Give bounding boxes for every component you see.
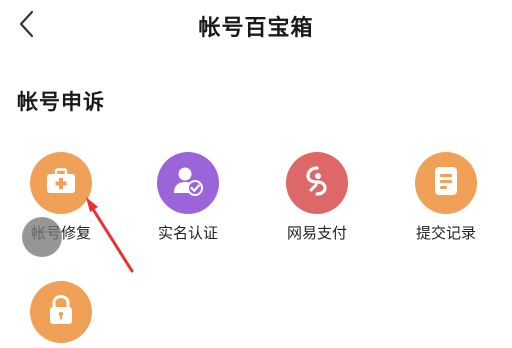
submission-records-button[interactable]: 提交记录 — [396, 152, 496, 243]
real-name-auth-circle — [157, 152, 219, 214]
netease-pay-button[interactable]: 网易支付 — [267, 152, 367, 243]
section-title: 帐号申诉 — [17, 90, 105, 114]
real-name-auth-label: 实名认证 — [157, 224, 218, 242]
touch-indicator — [22, 217, 62, 257]
lock-button[interactable] — [11, 281, 111, 348]
lock-icon — [49, 294, 73, 329]
real-name-auth-button[interactable]: 实名认证 — [138, 152, 238, 243]
document-icon — [434, 166, 458, 200]
submission-records-circle — [415, 152, 477, 214]
medkit-icon — [46, 168, 76, 198]
user-verified-icon — [172, 165, 204, 201]
page-title: 帐号百宝箱 — [198, 16, 314, 41]
netease-pay-icon — [303, 165, 331, 201]
netease-pay-label: 网易支付 — [286, 224, 347, 242]
submission-records-label: 提交记录 — [415, 224, 476, 242]
account-repair-circle — [30, 152, 92, 214]
netease-pay-circle — [286, 152, 348, 214]
header: 帐号百宝箱 — [0, 0, 512, 54]
lock-circle — [30, 281, 92, 343]
